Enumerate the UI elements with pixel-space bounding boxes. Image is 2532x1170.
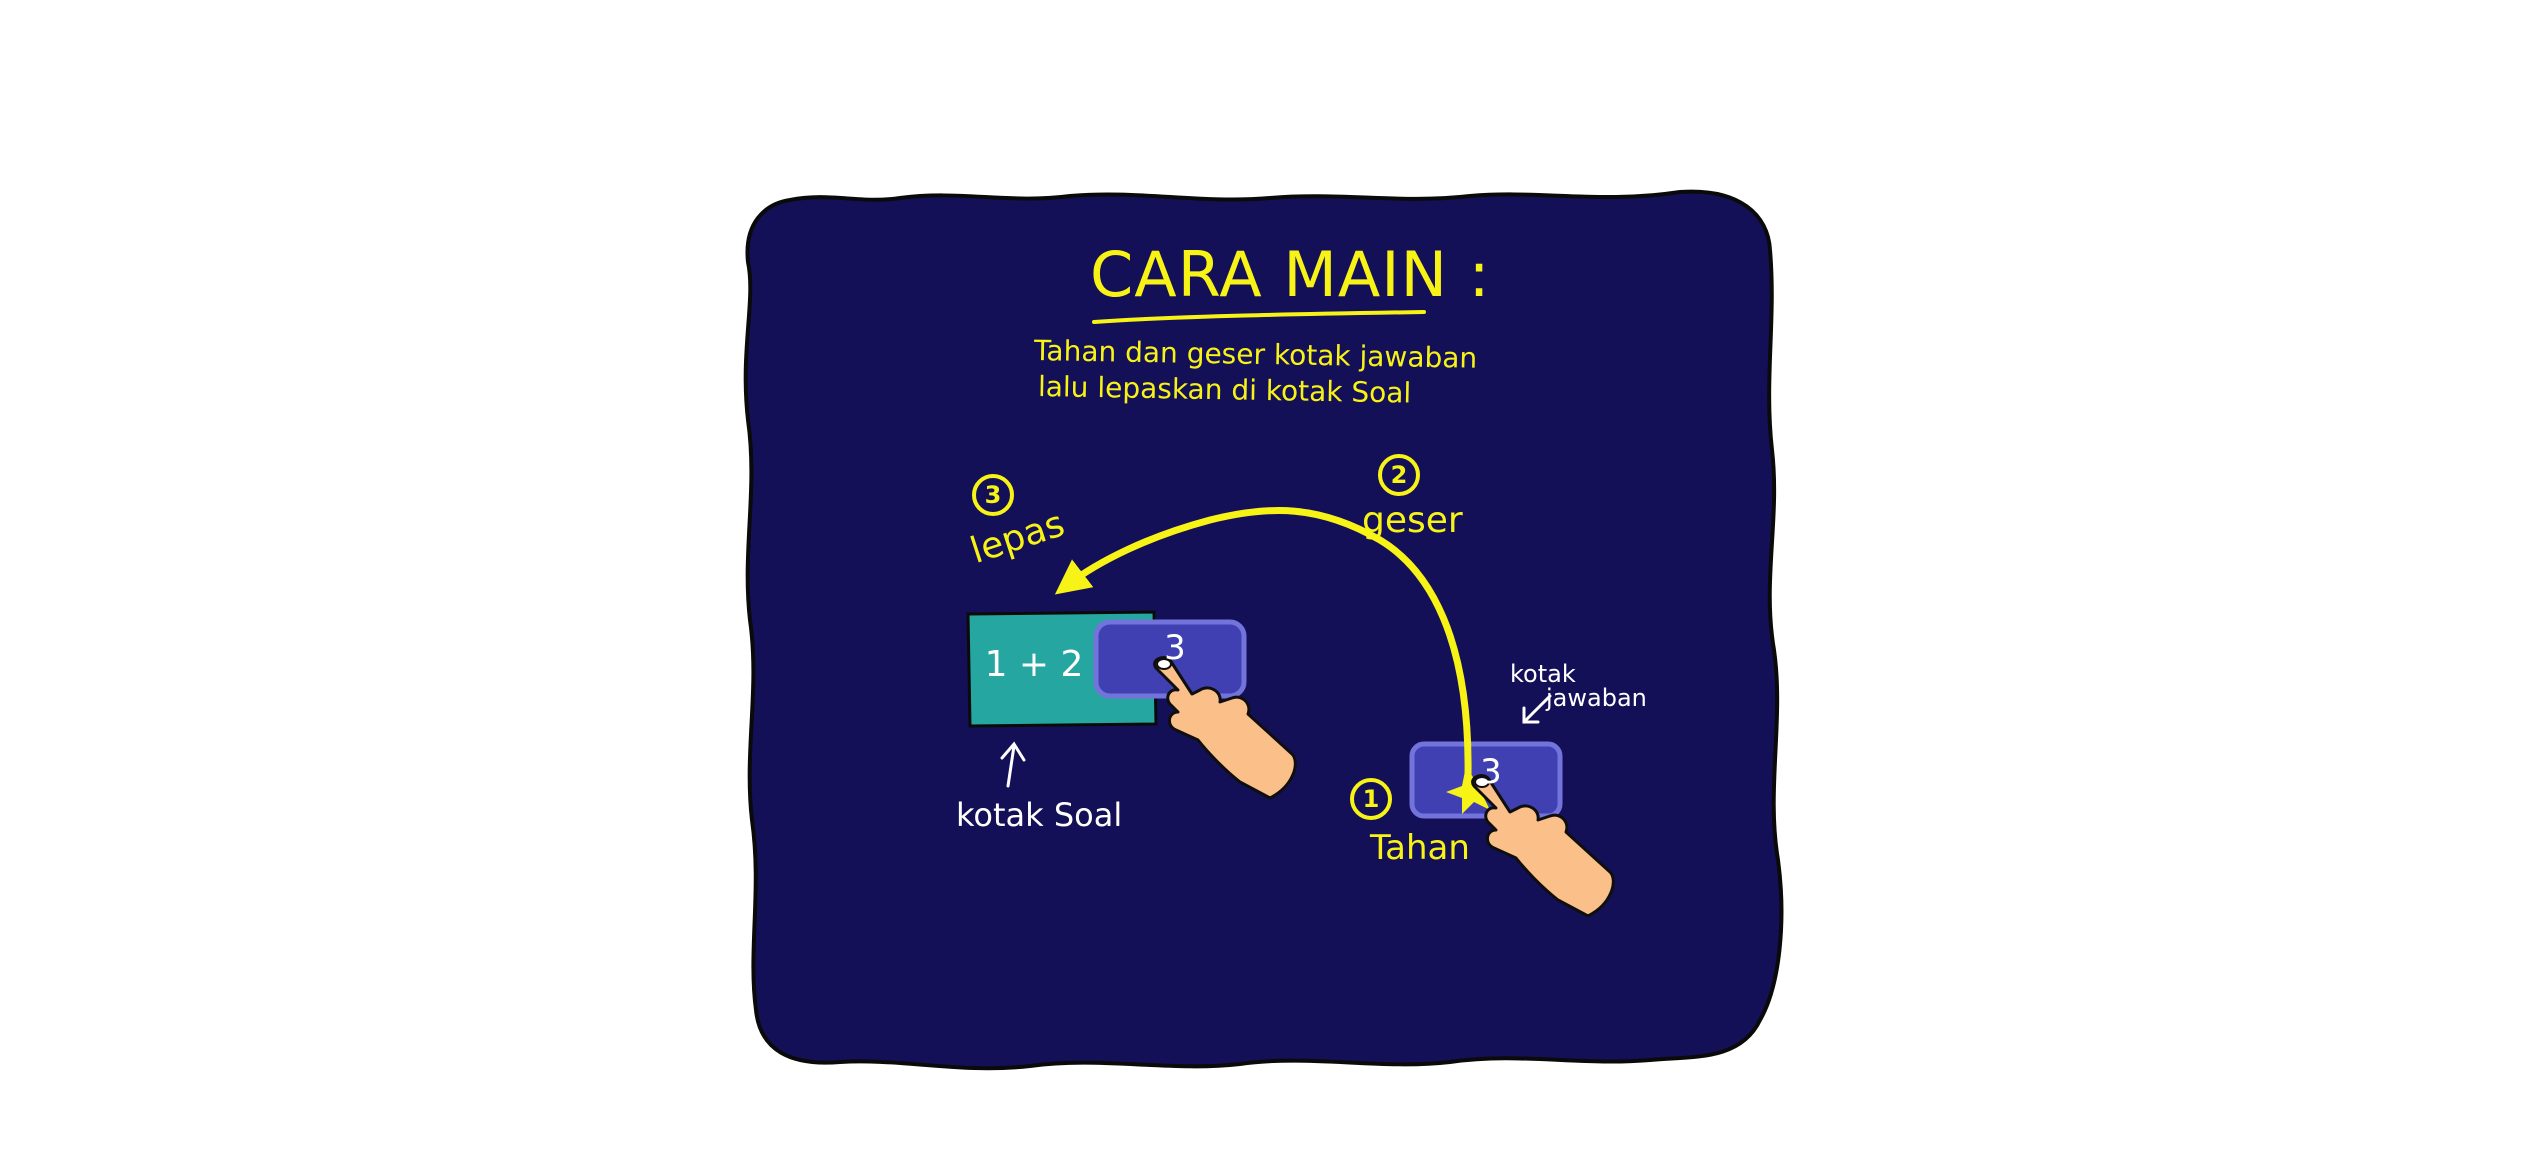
step-number-1: 1 bbox=[1350, 778, 1392, 820]
question-box-caption: kotak Soal bbox=[956, 796, 1123, 834]
page-title: CARA MAIN : bbox=[1090, 238, 1491, 311]
step-label-geser: geser bbox=[1362, 500, 1463, 541]
instruction-line-2: lalu lepaskan di kotak Soal bbox=[1037, 370, 1412, 410]
answer-box-caption-line-2: jawaban bbox=[1546, 684, 1647, 712]
step-label-tahan: Tahan bbox=[1370, 828, 1470, 868]
step-number-2: 2 bbox=[1378, 454, 1420, 496]
dropped-answer-text: 3 bbox=[1164, 628, 1186, 668]
instruction-panel bbox=[743, 189, 1784, 1071]
answer-box-text: 3 bbox=[1480, 752, 1502, 792]
question-box-text: 1 + 2 bbox=[984, 644, 1084, 685]
tutorial-screen: CARA MAIN : Tahan dan geser kotak jawaba… bbox=[0, 0, 2532, 1170]
tutorial-illustration bbox=[743, 189, 1784, 1071]
step-number-3: 3 bbox=[972, 474, 1014, 516]
